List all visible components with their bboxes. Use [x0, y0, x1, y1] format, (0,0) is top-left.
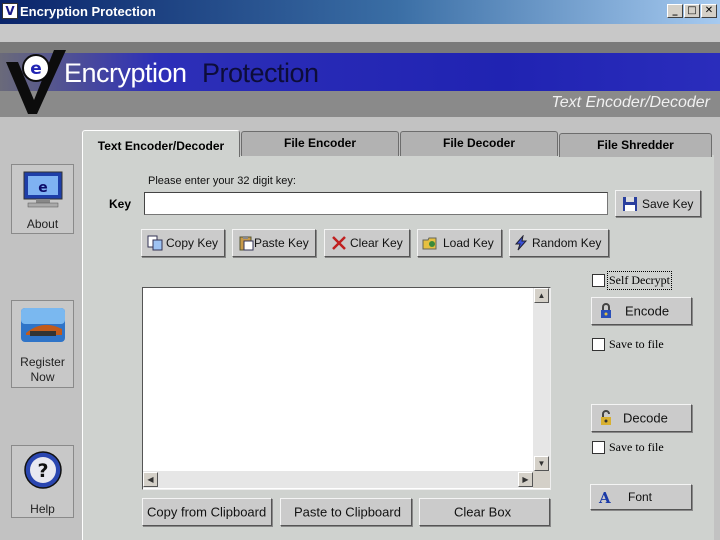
brand-logo-icon: e: [6, 50, 66, 114]
floppy-disk-icon: [623, 196, 637, 211]
key-hint: Please enter your 32 digit key:: [148, 175, 296, 187]
scroll-right-button[interactable]: ▶: [518, 472, 533, 487]
copy-from-clipboard-button[interactable]: Copy from Clipboard: [142, 498, 272, 526]
paste-to-clipboard-button[interactable]: Paste to Clipboard: [280, 498, 412, 526]
random-key-label: Random Key: [532, 236, 602, 250]
load-key-button[interactable]: Load Key: [417, 229, 502, 257]
svg-text:e: e: [38, 180, 48, 196]
app-icon[interactable]: V: [2, 3, 18, 19]
save-key-label: Save Key: [642, 196, 694, 211]
scroll-left-button[interactable]: ◀: [143, 472, 158, 487]
random-key-button[interactable]: Random Key: [509, 229, 609, 257]
brand-title-encryption: Encryption: [64, 58, 187, 88]
clear-box-label: Clear Box: [454, 504, 512, 520]
about-label: About: [26, 217, 59, 231]
banner-dark-stripe: [0, 42, 720, 53]
decode-unlock-icon: [601, 410, 611, 425]
svg-text:?: ?: [37, 460, 48, 482]
decode-button[interactable]: Decode: [591, 404, 692, 432]
font-label: Font: [628, 490, 653, 504]
register-now-label: Register Now: [20, 355, 65, 384]
svg-text:e: e: [30, 59, 42, 79]
font-a-icon: A: [598, 489, 611, 505]
horizontal-scrollbar[interactable]: ◀ ▶: [143, 471, 533, 488]
about-button[interactable]: e About: [11, 164, 74, 234]
tab-file-decoder[interactable]: File Decoder: [400, 131, 558, 156]
scroll-up-button[interactable]: ▲: [534, 288, 549, 303]
encode-lock-icon: [601, 303, 611, 318]
load-key-label: Load Key: [443, 236, 494, 250]
brand-title-protection: Protection: [202, 58, 319, 88]
register-cart-icon: [21, 308, 65, 342]
clear-box-button[interactable]: Clear Box: [419, 498, 550, 526]
help-question-icon: ?: [24, 451, 62, 489]
brand-banner: Encryption Protection: [0, 53, 720, 91]
scrollbar-corner: [533, 471, 550, 488]
page-subtitle: Text Encoder/Decoder: [551, 94, 710, 111]
paste-to-clipboard-label: Paste to Clipboard: [294, 504, 401, 520]
encode-button[interactable]: Encode: [591, 297, 692, 325]
random-lightning-icon: [514, 235, 528, 251]
help-label: Help: [30, 502, 55, 516]
help-button[interactable]: ? Help: [11, 445, 74, 518]
window-title: Encryption Protection: [20, 4, 156, 19]
load-folder-icon: [422, 237, 437, 250]
clear-x-icon: [332, 236, 346, 250]
copy-from-clipboard-label: Copy from Clipboard: [147, 504, 267, 520]
save-to-file-decode-label: Save to file: [609, 440, 664, 454]
copy-key-label: Copy Key: [166, 236, 219, 250]
scroll-down-button[interactable]: ▼: [534, 456, 549, 471]
key-input[interactable]: [144, 192, 608, 215]
font-button[interactable]: A Font: [590, 484, 692, 510]
encode-label: Encode: [625, 303, 670, 319]
save-key-button[interactable]: Save Key: [615, 190, 701, 217]
close-button[interactable]: ✕: [701, 4, 717, 18]
vertical-scrollbar[interactable]: ▲ ▼: [533, 288, 550, 471]
minimize-button[interactable]: _: [667, 4, 683, 18]
register-now-button[interactable]: Register Now: [11, 300, 74, 388]
tab-file-encoder[interactable]: File Encoder: [241, 131, 399, 156]
paste-key-button[interactable]: Paste Key: [232, 229, 316, 257]
tab-text-encoder-decoder[interactable]: Text Encoder/Decoder: [82, 130, 240, 157]
tab-file-shredder[interactable]: File Shredder: [559, 133, 712, 157]
copy-key-button[interactable]: Copy Key: [141, 229, 225, 257]
paste-key-label: Paste Key: [254, 236, 309, 250]
self-decrypt-label[interactable]: Self Decrypt: [607, 271, 672, 290]
paste-clipboard-icon: [239, 236, 254, 251]
subtitle-bar: Text Encoder/Decoder: [0, 91, 720, 117]
self-decrypt-checkbox[interactable]: [592, 274, 605, 287]
clear-key-label: Clear Key: [350, 236, 403, 250]
maximize-button[interactable]: □: [684, 4, 700, 18]
text-area[interactable]: [142, 287, 551, 490]
save-to-file-encode-checkbox[interactable]: [592, 338, 605, 351]
save-to-file-decode-checkbox[interactable]: [592, 441, 605, 454]
title-bar[interactable]: V Encryption Protection _ □ ✕: [0, 0, 720, 24]
clear-key-button[interactable]: Clear Key: [324, 229, 410, 257]
computer-monitor-icon: e: [23, 171, 63, 208]
svg-text:A: A: [598, 489, 611, 505]
copy-icon: [147, 235, 163, 251]
save-to-file-encode-label: Save to file: [609, 337, 664, 351]
decode-label: Decode: [623, 410, 668, 426]
key-label: Key: [109, 197, 132, 211]
banner-top-stripe: [0, 24, 720, 42]
